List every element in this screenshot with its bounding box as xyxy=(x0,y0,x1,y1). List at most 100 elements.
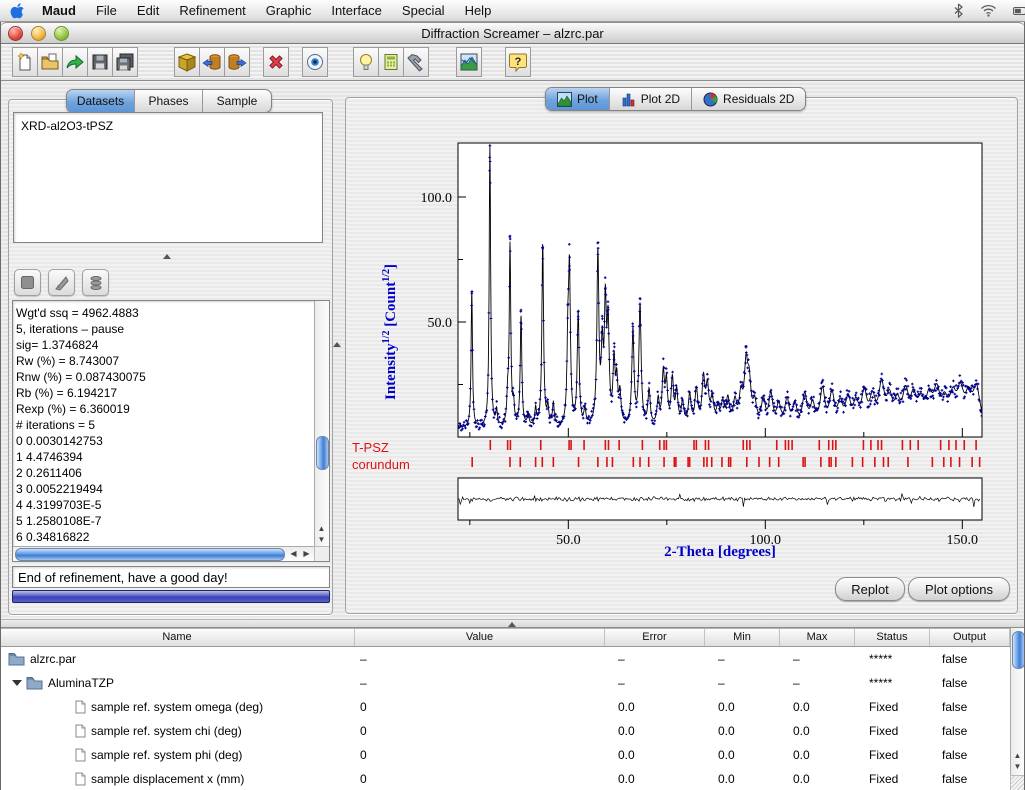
wand-icon xyxy=(54,275,70,291)
menu-file[interactable]: File xyxy=(86,0,127,21)
database-export-button[interactable] xyxy=(224,47,250,77)
output-console[interactable]: Wgt'd ssq = 4962.48835, iterations – pau… xyxy=(12,300,330,562)
status-cell: Fixed xyxy=(855,748,930,762)
disclosure-triangle[interactable] xyxy=(12,680,22,686)
folder-icon xyxy=(26,676,43,690)
tab-phases[interactable]: Phases xyxy=(135,90,203,112)
collapse-handle[interactable] xyxy=(163,254,171,259)
help-button[interactable]: ? xyxy=(505,47,531,77)
table-row[interactable]: sample displacement x (mm)00.00.00.0Fixe… xyxy=(0,767,1010,790)
tab-residuals-2d[interactable]: Residuals 2D xyxy=(692,88,805,110)
open-file-button[interactable] xyxy=(37,47,63,77)
menu-help[interactable]: Help xyxy=(455,0,502,21)
scroll-down-arrow[interactable]: ▼ xyxy=(315,534,328,545)
scrollbar-thumb[interactable] xyxy=(15,548,285,561)
table-splitter[interactable] xyxy=(0,619,1025,628)
plot-chart-button[interactable] xyxy=(456,47,482,77)
tab-label: Sample xyxy=(217,94,258,108)
menu-graphic[interactable]: Graphic xyxy=(256,0,322,21)
bluetooth-icon[interactable] xyxy=(953,3,964,18)
plot-chart-icon xyxy=(459,52,479,72)
eye-button[interactable] xyxy=(302,47,328,77)
refinement-action-buttons xyxy=(14,269,116,296)
replot-button[interactable]: Replot xyxy=(835,577,905,601)
status-cell: Fixed xyxy=(855,700,930,714)
datasets-list[interactable]: XRD-al2O3-tPSZ xyxy=(13,112,323,243)
x-tick-label: 50.0 xyxy=(556,533,581,548)
table-row[interactable]: sample ref. system phi (deg)00.00.00.0Fi… xyxy=(0,743,1010,767)
scroll-right-arrow[interactable]: ▶ xyxy=(300,547,313,560)
stop-icon xyxy=(20,275,35,290)
lightbulb-button[interactable] xyxy=(353,47,379,77)
column-header-min[interactable]: Min xyxy=(705,629,780,646)
window-title-bar[interactable]: Diffraction Screamer – alzrc.par xyxy=(0,22,1025,44)
hammer-button[interactable] xyxy=(403,47,429,77)
tab-plot[interactable]: Plot xyxy=(546,88,610,110)
tab-sample[interactable]: Sample xyxy=(203,90,271,112)
menu-refinement[interactable]: Refinement xyxy=(169,0,255,21)
y-tick-label: 100.0 xyxy=(421,191,453,206)
table-row[interactable]: alzrc.par––––*****false xyxy=(0,647,1010,671)
scrollbar-thumb[interactable] xyxy=(316,436,329,470)
output-line: Rb (%) = 6.194217 xyxy=(16,385,312,401)
maud-application-window: MaudFileEditRefinementGraphicInterfaceSp… xyxy=(0,0,1025,790)
window-edge xyxy=(0,22,1,790)
column-header-value[interactable]: Value xyxy=(355,629,605,646)
toolbar-group xyxy=(174,47,250,77)
scroll-up-arrow[interactable]: ▲ xyxy=(1011,750,1024,761)
status-message: End of refinement, have a good day! xyxy=(12,566,330,588)
toolbar-group: ? xyxy=(505,47,531,77)
box-3d-button[interactable] xyxy=(174,47,200,77)
output-horizontal-scrollbar[interactable]: ◀ ▶ xyxy=(13,546,314,561)
box-3d-icon xyxy=(177,52,197,72)
stack-button[interactable] xyxy=(82,269,109,296)
scroll-up-arrow[interactable]: ▲ xyxy=(315,523,328,534)
new-file-button[interactable] xyxy=(12,47,38,77)
menu-interface[interactable]: Interface xyxy=(321,0,392,21)
table-row[interactable]: AluminaTZP––––*****false xyxy=(0,671,1010,695)
battery-icon[interactable] xyxy=(1013,5,1025,17)
table-vertical-scrollbar[interactable]: ▲ ▼ xyxy=(1010,628,1025,775)
database-import-button[interactable] xyxy=(199,47,225,77)
column-header-name[interactable]: Name xyxy=(0,629,355,646)
new-file-icon xyxy=(15,52,35,72)
column-header-status[interactable]: Status xyxy=(855,629,930,646)
scroll-down-arrow[interactable]: ▼ xyxy=(1011,761,1024,772)
calculator-button[interactable] xyxy=(378,47,404,77)
diffraction-plot: 50.0100.0T-PSZcorundum50.0100.0150.02-Th… xyxy=(345,85,1017,612)
column-header-output[interactable]: Output xyxy=(930,629,1010,646)
output-line: 3 0.0052219494 xyxy=(16,481,312,497)
table-row[interactable]: sample ref. system chi (deg)00.00.00.0Fi… xyxy=(0,719,1010,743)
output-vertical-scrollbar[interactable]: ▲ ▼ xyxy=(314,301,329,546)
stop-button[interactable] xyxy=(14,269,41,296)
tab-label: Plot xyxy=(577,92,598,106)
menu-special[interactable]: Special xyxy=(392,0,455,21)
tab-label: Datasets xyxy=(77,94,124,108)
forward-button[interactable] xyxy=(62,47,88,77)
output-cell: false xyxy=(930,652,1010,666)
scroll-left-arrow[interactable]: ◀ xyxy=(287,547,300,560)
menu-edit[interactable]: Edit xyxy=(127,0,169,21)
menu-maud[interactable]: Maud xyxy=(32,0,86,21)
save-all-button[interactable] xyxy=(112,47,138,77)
max-cell: 0.0 xyxy=(780,724,855,738)
value-cell: 0 xyxy=(355,700,605,714)
delete-button[interactable] xyxy=(263,47,289,77)
dataset-list-item[interactable]: XRD-al2O3-tPSZ xyxy=(14,113,322,133)
splitter-handle[interactable] xyxy=(508,622,516,627)
column-header-error[interactable]: Error xyxy=(605,629,705,646)
apple-menu-icon[interactable] xyxy=(10,3,24,19)
table-row[interactable]: sample ref. system omega (deg)00.00.00.0… xyxy=(0,695,1010,719)
output-line: Rw (%) = 8.743007 xyxy=(16,353,312,369)
parameter-name: sample ref. system omega (deg) xyxy=(91,700,263,714)
save-button[interactable] xyxy=(87,47,113,77)
panel-divider-handle[interactable] xyxy=(333,342,341,347)
wand-button[interactable] xyxy=(48,269,75,296)
wifi-icon[interactable] xyxy=(980,4,997,17)
name-cell: sample displacement x (mm) xyxy=(0,767,355,790)
tab-datasets[interactable]: Datasets xyxy=(67,90,135,112)
column-header-max[interactable]: Max xyxy=(780,629,855,646)
tab-plot-2d[interactable]: Plot 2D xyxy=(610,88,692,110)
plot-options-button[interactable]: Plot options xyxy=(908,577,1010,601)
window-resize-grip[interactable] xyxy=(1010,775,1025,790)
